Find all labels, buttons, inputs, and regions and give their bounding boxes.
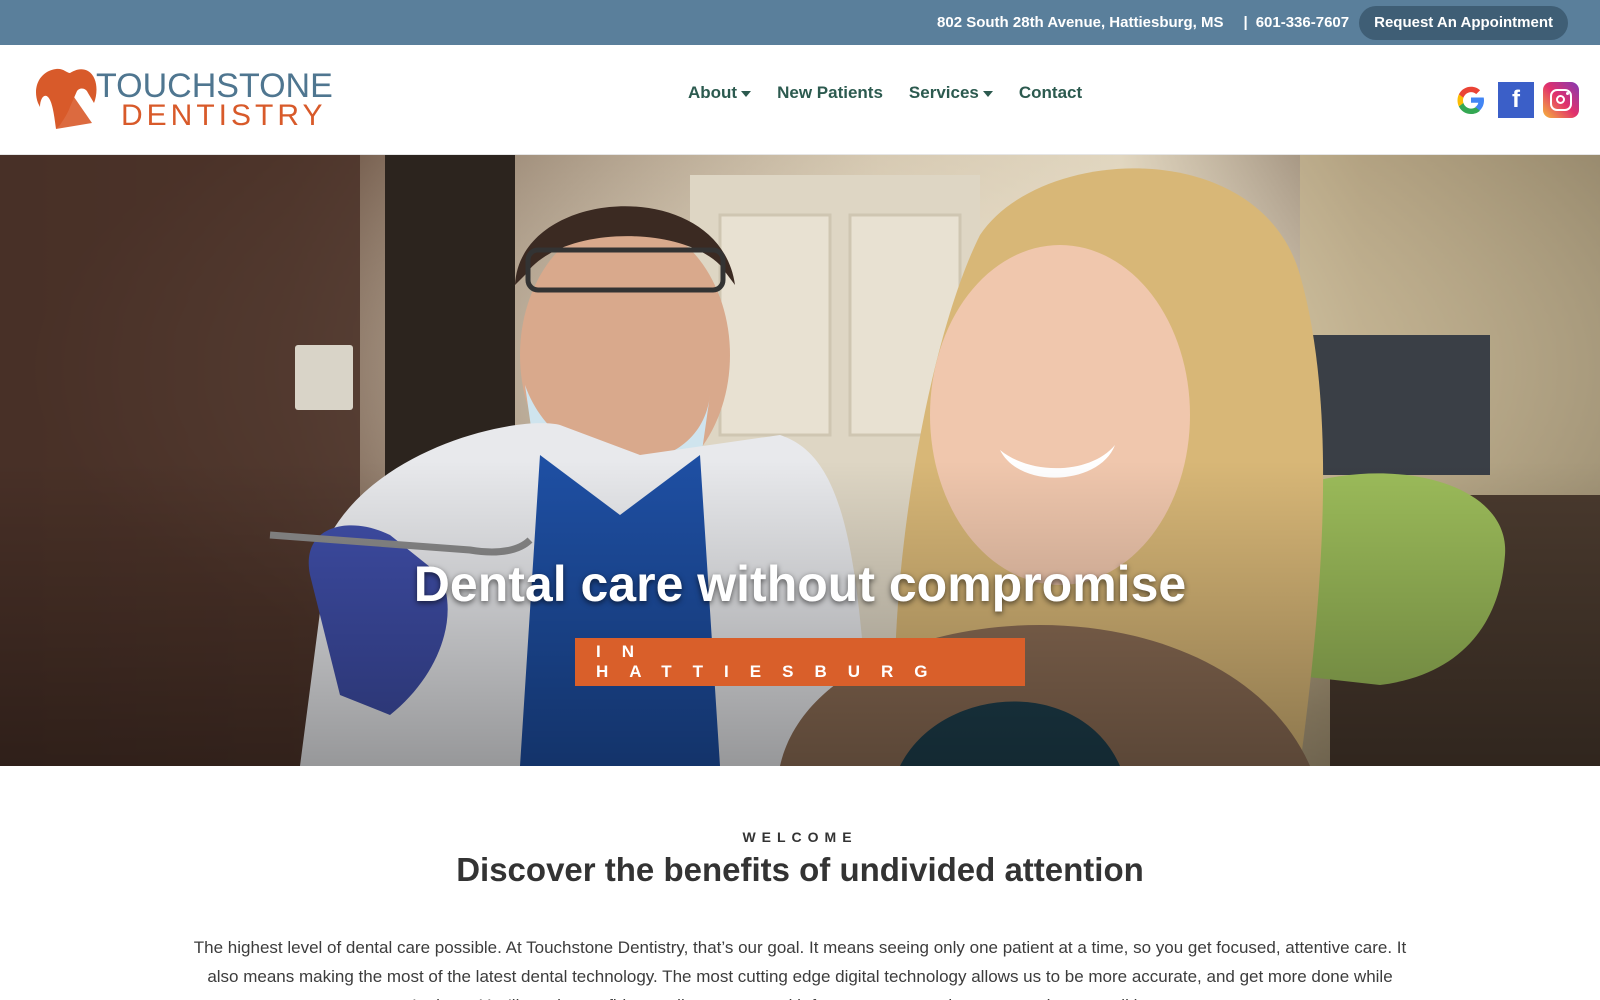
caret-down-icon [741,91,752,97]
section-body: The highest level of dental care possibl… [193,938,1407,1000]
section-title: Discover the benefits of undivided atten… [456,851,1144,888]
divider: | [1243,14,1248,31]
facebook-icon[interactable]: f [1498,82,1534,118]
instagram-icon[interactable] [1543,82,1579,118]
logo-wordmark-bottom: DENTISTRY [121,99,327,132]
phone-link[interactable]: 601-336-7607 [1256,14,1349,31]
tooth-logo-icon [36,68,97,129]
social-links: f [1453,82,1579,118]
logo[interactable]: TOUCHSTONE DENTISTRY [30,63,333,139]
address-text: 802 South 28th Avenue, Hattiesburg, MS [937,14,1224,31]
site-header: TOUCHSTONE DENTISTRY About New Patients … [0,45,1600,155]
hero-banner: Dental care without compromise IN HATTIE… [0,155,1600,766]
nav-new-patients-label: New Patients [777,83,883,102]
nav-about-label: About [688,83,738,102]
request-appointment-button[interactable]: Request An Appointment [1359,5,1568,40]
top-bar: 802 South 28th Avenue, Hattiesburg, MS |… [0,0,1600,45]
nav-new-patients[interactable]: New Patients [777,83,883,103]
nav-services[interactable]: Services [909,83,993,103]
section-eyebrow: WELCOME [742,829,858,845]
caret-down-icon [982,91,993,97]
nav-contact[interactable]: Contact [1019,83,1082,103]
nav-about[interactable]: About [688,83,752,103]
nav-contact-label: Contact [1018,83,1083,102]
hero-title: Dental care without compromise [413,556,1187,612]
nav-services-label: Services [908,83,979,102]
hero-location-badge: IN HATTIESBURG [575,638,1025,686]
main-nav: About New Patients Services Contact [688,83,1082,103]
google-icon[interactable] [1453,82,1489,118]
